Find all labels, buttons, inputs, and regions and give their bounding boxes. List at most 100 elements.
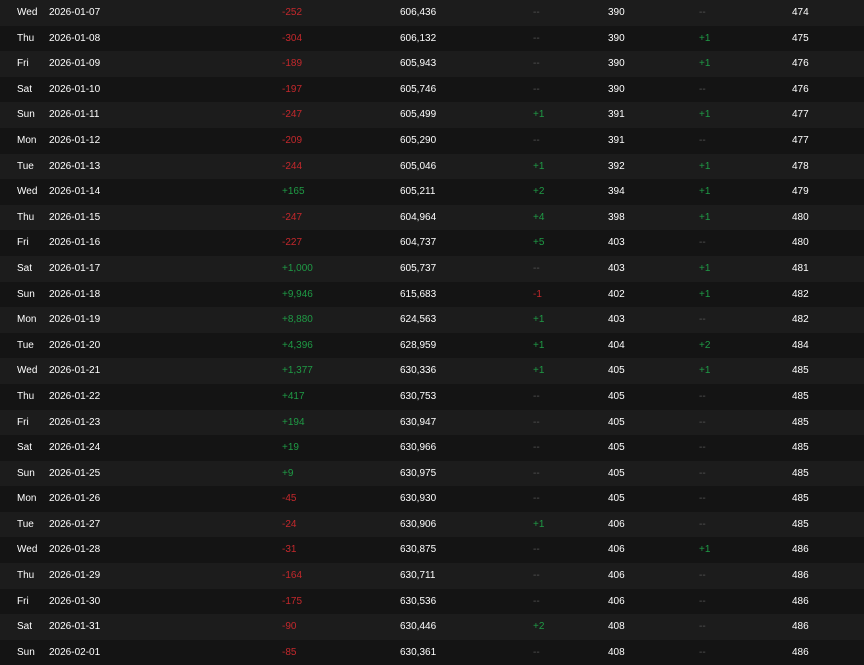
secondary-change-cell: -- <box>699 518 706 530</box>
secondary-change-cell: +1 <box>699 160 711 172</box>
total-cell: 630,975 <box>400 467 437 479</box>
secondary-count-cell: 486 <box>792 646 809 658</box>
secondary-count-cell: 485 <box>792 467 809 479</box>
delta-cell: -197 <box>282 83 303 95</box>
day-cell: Mon <box>17 134 37 146</box>
total-cell: 605,211 <box>400 186 436 198</box>
change-cell: +1 <box>533 339 545 351</box>
total-cell: 628,959 <box>400 339 437 351</box>
delta-cell: -209 <box>282 134 303 146</box>
secondary-count-cell: 484 <box>792 339 809 351</box>
secondary-count-cell: 482 <box>792 288 809 300</box>
count-cell: 405 <box>608 442 625 454</box>
date-cell: 2026-02-01 <box>49 646 101 658</box>
delta-cell: -247 <box>282 109 303 121</box>
table-row: Wed 2026-01-07 -252 606,436 -- 390 -- 474 <box>0 0 864 26</box>
secondary-change-cell: -- <box>699 467 706 479</box>
secondary-count-cell: 477 <box>792 134 809 146</box>
secondary-count-cell: 485 <box>792 416 809 428</box>
secondary-change-cell: +1 <box>699 544 711 556</box>
delta-cell: -85 <box>282 646 297 658</box>
change-cell: -- <box>533 32 540 44</box>
date-cell: 2026-01-11 <box>49 109 100 121</box>
secondary-count-cell: 478 <box>792 160 809 172</box>
date-cell: 2026-01-30 <box>49 595 101 607</box>
secondary-count-cell: 476 <box>792 83 809 95</box>
table-row: Fri 2026-01-23 +194 630,947 -- 405 -- 485 <box>0 409 864 436</box>
secondary-count-cell: 486 <box>792 544 809 556</box>
total-cell: 604,964 <box>400 211 437 223</box>
stats-table: Wed 2026-01-07 -252 606,436 -- 390 -- 474 Thu 202… <box>0 0 864 665</box>
delta-cell: +165 <box>282 186 305 198</box>
change-cell: +4 <box>533 211 545 223</box>
date-cell: 2026-01-08 <box>49 32 101 44</box>
date-cell: 2026-01-13 <box>49 160 101 172</box>
secondary-count-cell: 485 <box>792 442 809 454</box>
change-cell: -- <box>533 595 540 607</box>
day-cell: Sun <box>17 288 35 300</box>
table-row: Fri 2026-01-16 -227 604,737 +5 403 -- 480 <box>0 230 864 256</box>
date-cell: 2026-01-10 <box>49 83 101 95</box>
day-cell: Wed <box>17 7 38 18</box>
count-cell: 405 <box>608 365 625 377</box>
table-row: Thu 2026-01-22 +417 630,753 -- 405 -- 485 <box>0 383 864 410</box>
day-cell: Sun <box>17 109 35 121</box>
table-row: Sun 2026-01-11 -247 605,499 +1 391 +1 477 <box>0 102 864 128</box>
total-cell: 605,499 <box>400 109 437 121</box>
secondary-change-cell: -- <box>699 237 706 249</box>
count-cell: 391 <box>608 134 625 146</box>
date-cell: 2026-01-09 <box>49 58 101 70</box>
table-row: Mon 2026-01-26 -45 630,930 -- 405 -- 485 <box>0 486 864 512</box>
table-row: Tue 2026-01-20 +4,396 628,959 +1 404 +2 484 <box>0 332 864 359</box>
change-cell: +1 <box>533 109 545 121</box>
secondary-change-cell: -- <box>699 570 706 582</box>
total-cell: 630,711 <box>400 570 436 582</box>
change-cell: +5 <box>533 237 545 249</box>
day-cell: Wed <box>17 544 38 556</box>
change-cell: -- <box>533 646 540 658</box>
change-cell: -- <box>533 58 540 70</box>
count-cell: 398 <box>608 211 625 223</box>
secondary-change-cell: -- <box>699 621 706 633</box>
delta-cell: -175 <box>282 595 303 607</box>
day-cell: Mon <box>17 493 37 505</box>
day-cell: Sat <box>17 442 33 454</box>
table-row: Wed 2026-01-14 +165 605,211 +2 394 +1 479 <box>0 179 864 205</box>
table-row: Wed 2026-01-21 +1,377 630,336 +1 405 +1 485 <box>0 358 864 384</box>
total-cell: 605,290 <box>400 134 437 146</box>
secondary-count-cell: 481 <box>792 262 809 274</box>
secondary-change-cell: +1 <box>699 109 711 121</box>
count-cell: 391 <box>608 109 625 121</box>
secondary-change-cell: -- <box>699 442 706 454</box>
count-cell: 403 <box>608 237 625 249</box>
change-cell: +1 <box>533 314 545 326</box>
day-cell: Thu <box>17 211 35 223</box>
total-cell: 615,683 <box>400 288 437 300</box>
total-cell: 630,947 <box>400 416 437 428</box>
secondary-change-cell: -- <box>699 416 706 428</box>
date-cell: 2026-01-31 <box>49 621 101 633</box>
count-cell: 403 <box>608 262 625 274</box>
delta-cell: -45 <box>282 493 297 505</box>
date-cell: 2026-01-23 <box>49 416 101 428</box>
date-cell: 2026-01-26 <box>49 493 101 505</box>
count-cell: 405 <box>608 390 625 402</box>
date-cell: 2026-01-22 <box>49 390 101 402</box>
change-cell: -- <box>533 416 540 428</box>
total-cell: 604,737 <box>400 237 437 249</box>
table-row: Thu 2026-01-08 -304 606,132 -- 390 +1 475 <box>0 25 864 52</box>
delta-cell: -189 <box>282 58 303 70</box>
change-cell: +1 <box>533 518 545 530</box>
delta-cell: -31 <box>282 544 297 556</box>
change-cell: -- <box>533 83 540 95</box>
secondary-count-cell: 485 <box>792 493 809 505</box>
count-cell: 405 <box>608 493 625 505</box>
count-cell: 406 <box>608 518 625 530</box>
day-cell: Sun <box>17 646 35 658</box>
secondary-change-cell: +1 <box>699 211 711 223</box>
date-cell: 2026-01-27 <box>49 518 101 530</box>
delta-cell: -90 <box>282 621 297 633</box>
delta-cell: -304 <box>282 32 303 44</box>
day-cell: Mon <box>17 314 37 326</box>
total-cell: 605,943 <box>400 58 437 70</box>
